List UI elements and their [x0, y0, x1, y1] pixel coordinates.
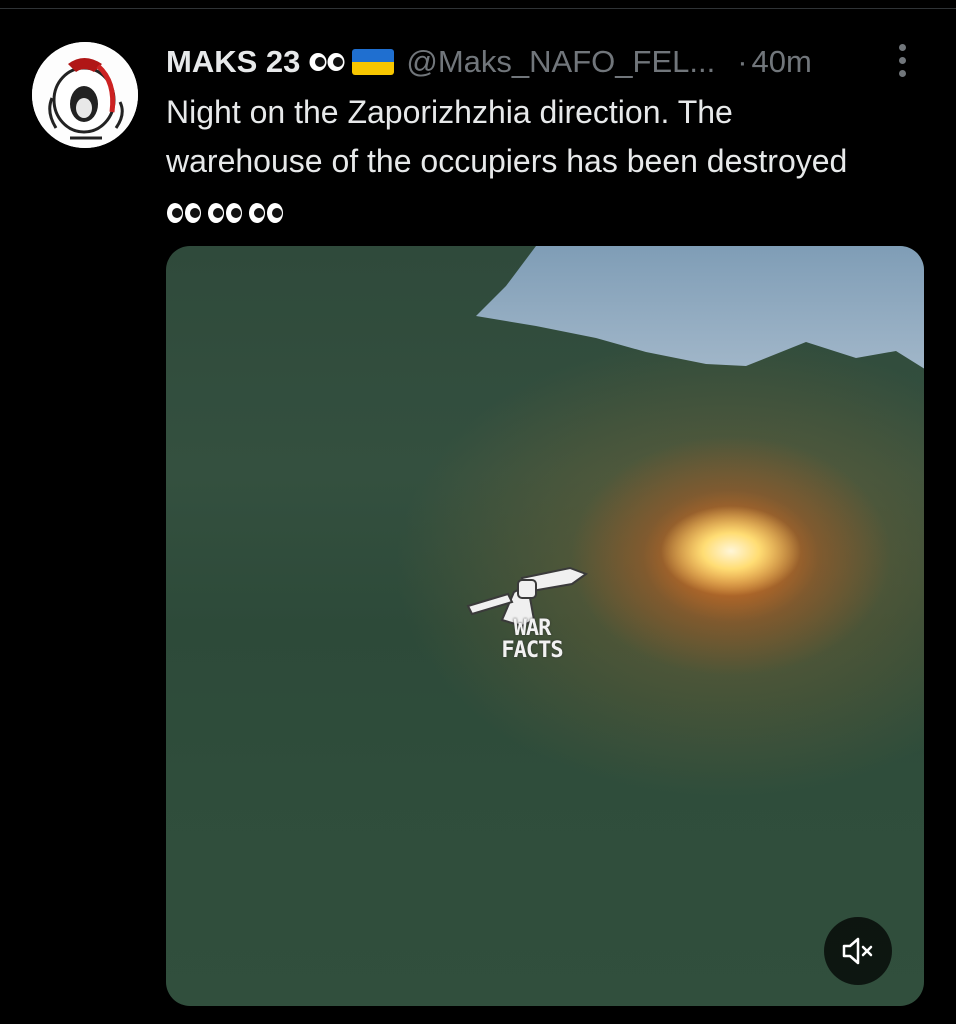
eyes-emoji-icon	[309, 53, 345, 71]
separator-dot: ·	[737, 44, 748, 79]
war-facts-watermark: WAR FACTS	[496, 618, 568, 662]
video-media[interactable]: WAR FACTS	[166, 246, 924, 1006]
watermark-line-2: FACTS	[501, 638, 563, 663]
avatar[interactable]	[32, 42, 138, 148]
eyes-emoji-row-icon	[167, 202, 283, 223]
tweet-header: MAKS 23 @Maks_NAFO_FEL... · 40m	[166, 42, 812, 82]
watermark-line-1: WAR	[513, 616, 552, 641]
name-badges	[308, 49, 395, 75]
timestamp[interactable]: 40m	[752, 44, 812, 80]
author-handle[interactable]: @Maks_NAFO_FEL...	[406, 44, 715, 80]
video-sky-area	[476, 246, 924, 376]
tweet-body: Night on the Zaporizhzhia direction. The…	[166, 94, 848, 179]
ukraine-flag-icon	[352, 49, 395, 75]
top-divider	[0, 8, 956, 9]
mute-button[interactable]	[824, 917, 892, 985]
author-name[interactable]: MAKS 23	[166, 44, 300, 80]
nafo-dog-avatar-icon	[32, 42, 138, 148]
volume-muted-icon	[842, 937, 873, 965]
more-options-icon[interactable]	[892, 40, 912, 80]
tweet-text: Night on the Zaporizhzhia direction. The…	[166, 88, 886, 235]
